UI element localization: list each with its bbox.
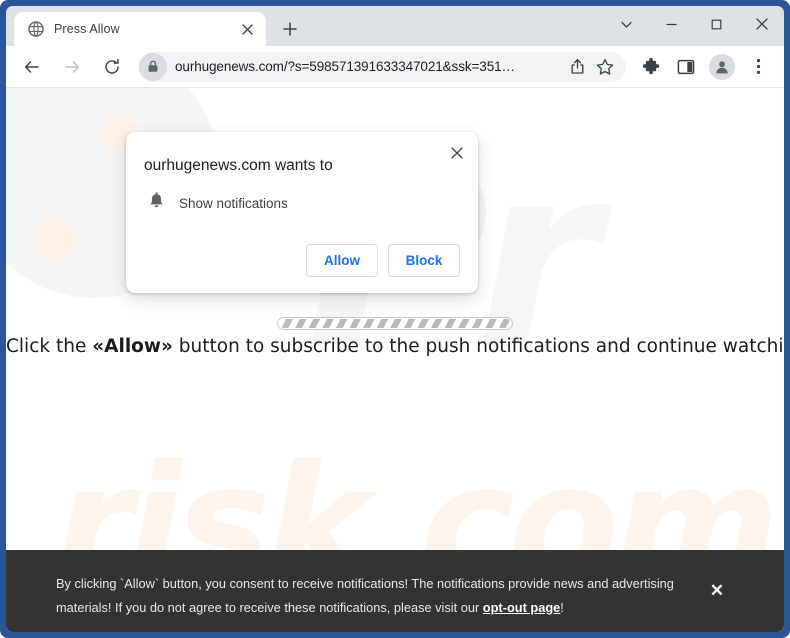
page-viewport: Pr risk.com Click the «Allow» button to … [6, 88, 784, 632]
page-content: Click the «Allow» button to subscribe to… [6, 88, 784, 632]
profile-avatar-icon[interactable] [707, 52, 737, 82]
consent-banner: By clicking `Allow` button, you consent … [6, 550, 784, 632]
tab-search-chevron-down-icon[interactable] [604, 6, 649, 42]
site-information-lock-icon[interactable] [139, 52, 167, 81]
permission-row: Show notifications [126, 177, 478, 216]
three-dot-menu-icon[interactable] [743, 52, 773, 82]
minimize-icon[interactable] [649, 6, 694, 42]
loading-progress-bar [277, 317, 513, 330]
browser-window: Press Allow ourhugenews.com/?s=598571391… [0, 0, 790, 638]
allow-button[interactable]: Allow [306, 243, 378, 277]
tab-title: Press Allow [54, 22, 120, 36]
avatar [709, 53, 735, 80]
reload-button[interactable] [96, 51, 128, 83]
forward-button[interactable] [56, 51, 88, 83]
window-controls [604, 6, 784, 42]
close-tab-icon[interactable] [238, 20, 256, 38]
globe-icon [27, 21, 44, 38]
block-button[interactable]: Block [388, 243, 460, 277]
close-banner-icon[interactable]: ✕ [704, 578, 730, 604]
dialog-title: ourhugenews.com wants to [144, 157, 333, 174]
close-icon[interactable] [444, 140, 470, 166]
back-button[interactable] [16, 51, 48, 83]
bookmark-star-icon[interactable] [592, 54, 618, 80]
permission-label: Show notifications [179, 196, 288, 212]
headline-suffix: button to subscribe to the push notifica… [172, 336, 784, 357]
maximize-icon[interactable] [694, 6, 739, 42]
page-headline: Click the «Allow» button to subscribe to… [6, 336, 784, 357]
address-bar[interactable]: ourhugenews.com/?s=598571391633347021&ss… [138, 51, 626, 82]
dialog-actions: Allow Block [126, 216, 478, 279]
extensions-puzzle-icon[interactable] [635, 52, 665, 82]
headline-emphasis: «Allow» [92, 336, 173, 357]
side-panel-icon[interactable] [671, 52, 701, 82]
browser-tab[interactable]: Press Allow [14, 12, 266, 46]
notification-permission-dialog: ourhugenews.com wants to Show notificati… [126, 132, 478, 293]
browser-window-inner: Press Allow ourhugenews.com/?s=598571391… [6, 6, 784, 632]
new-tab-button[interactable] [276, 15, 304, 43]
consent-banner-text: By clicking `Allow` button, you consent … [56, 572, 704, 619]
progress-bar-wrapper [6, 317, 784, 330]
headline-prefix: Click the [6, 336, 93, 357]
address-bar-url: ourhugenews.com/?s=598571391633347021&ss… [175, 59, 515, 74]
browser-toolbar: ourhugenews.com/?s=598571391633347021&ss… [6, 46, 784, 88]
opt-out-page-link[interactable]: opt-out page [483, 600, 560, 615]
share-icon[interactable] [564, 54, 590, 80]
consent-text-after-link: ! [560, 599, 564, 615]
notification-bell-icon [148, 192, 165, 216]
close-window-icon[interactable] [739, 6, 784, 42]
tab-strip: Press Allow [6, 6, 784, 46]
consent-text-before-link: By clicking `Allow` button, you consent … [56, 576, 674, 615]
